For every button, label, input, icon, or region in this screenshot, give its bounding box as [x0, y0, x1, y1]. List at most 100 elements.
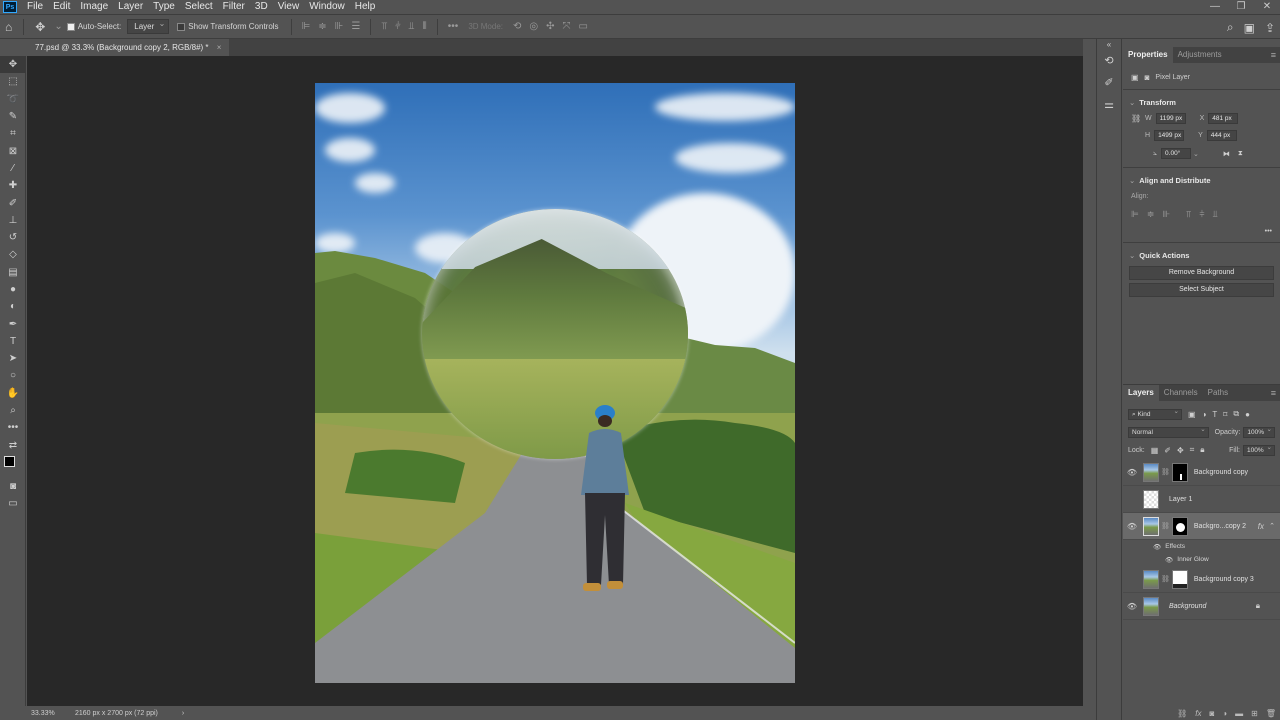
- layer-row[interactable]: 👁︎ ⛓ Background copy: [1123, 459, 1280, 486]
- layer-name[interactable]: Layer 1: [1169, 496, 1192, 503]
- layer-mask-thumbnail[interactable]: [1171, 462, 1188, 482]
- height-field[interactable]: 1499 px: [1154, 130, 1185, 141]
- flip-vertical-icon[interactable]: ⧗: [1238, 150, 1243, 158]
- history-brush-tool-icon[interactable]: ↺: [0, 229, 26, 246]
- menu-window[interactable]: Window: [304, 0, 350, 14]
- tab-adjustments[interactable]: Adjustments: [1173, 47, 1227, 63]
- hand-tool-icon[interactable]: ✋: [0, 385, 26, 402]
- lock-image-icon[interactable]: ✐: [1164, 446, 1171, 455]
- align-center-icon[interactable]: ≑: [1147, 209, 1155, 220]
- 3d-roll-icon[interactable]: ◎: [529, 21, 538, 32]
- lock-all-icon[interactable]: 🔒︎: [1200, 445, 1204, 455]
- layer-row-selected[interactable]: 👁︎ ⛓ Backgro...copy 2 fx ⌃: [1123, 513, 1280, 540]
- add-mask-icon[interactable]: ◙: [1209, 709, 1214, 718]
- status-menu-arrow[interactable]: ›: [182, 710, 184, 717]
- screen-mode-icon[interactable]: ▭: [0, 495, 26, 512]
- link-icon[interactable]: ⛓: [1161, 522, 1170, 530]
- quick-selection-tool-icon[interactable]: ✎: [0, 108, 26, 125]
- restore-button[interactable]: ❐: [1228, 0, 1254, 14]
- filter-adjustment-icon[interactable]: ◑: [1202, 410, 1207, 419]
- layer-name[interactable]: Background: [1169, 603, 1206, 610]
- share-icon[interactable]: ⇪: [1265, 21, 1275, 35]
- inner-glow-row[interactable]: 👁︎ Inner Glow: [1123, 553, 1280, 566]
- layer-mask-thumbnail[interactable]: [1171, 569, 1188, 589]
- 3d-camera-icon[interactable]: ▭: [579, 21, 588, 32]
- layer-row[interactable]: 👁︎ Layer 1: [1123, 486, 1280, 513]
- type-tool-icon[interactable]: T: [0, 333, 26, 350]
- ellipse-tool-icon[interactable]: ○: [0, 367, 26, 384]
- minimize-button[interactable]: —: [1202, 0, 1228, 14]
- trash-icon[interactable]: 🗑︎: [1266, 709, 1276, 718]
- 3d-pan-icon[interactable]: ✣: [546, 21, 554, 32]
- width-field[interactable]: 1199 px: [1155, 113, 1186, 124]
- fill-field[interactable]: 100%: [1243, 444, 1275, 456]
- lock-transparent-icon[interactable]: ▦: [1151, 446, 1159, 455]
- chevron-down-icon[interactable]: ⌄: [54, 21, 62, 32]
- align-top-edges-icon[interactable]: ⫪: [381, 21, 387, 32]
- close-icon[interactable]: ×: [217, 43, 222, 52]
- gradient-tool-icon[interactable]: ▤: [0, 264, 26, 281]
- close-button[interactable]: ✕: [1254, 0, 1280, 14]
- layer-row[interactable]: 👁︎ Background 🔒︎: [1123, 593, 1280, 620]
- filter-kind-dropdown[interactable]: ⌕ Kind: [1128, 408, 1182, 420]
- group-icon[interactable]: ▬: [1235, 709, 1243, 718]
- menu-select[interactable]: Select: [180, 0, 218, 14]
- edit-toolbar-icon[interactable]: •••: [0, 419, 26, 436]
- opacity-field[interactable]: 100%: [1243, 426, 1275, 438]
- canvas-area[interactable]: [27, 56, 1083, 706]
- auto-select-checkbox[interactable]: [66, 22, 75, 31]
- layer-row[interactable]: 👁︎ ⛓ Background copy 3: [1123, 566, 1280, 593]
- eye-icon[interactable]: 👁︎: [1123, 602, 1141, 611]
- menu-image[interactable]: Image: [75, 0, 113, 14]
- crop-tool-icon[interactable]: ⌗: [0, 125, 26, 142]
- frame-tool-icon[interactable]: ⊠: [0, 142, 26, 159]
- path-selection-tool-icon[interactable]: ➤: [0, 350, 26, 367]
- eraser-tool-icon[interactable]: ◇: [0, 246, 26, 263]
- eye-icon[interactable]: 👁︎: [1153, 543, 1161, 551]
- lasso-tool-icon[interactable]: ➰: [0, 91, 26, 108]
- 3d-slide-icon[interactable]: ⤧: [563, 21, 571, 32]
- zoom-level[interactable]: 33.33%: [31, 710, 75, 717]
- menu-edit[interactable]: Edit: [48, 0, 75, 14]
- document-canvas-image[interactable]: [315, 83, 795, 683]
- menu-3d[interactable]: 3D: [250, 0, 273, 14]
- align-bottom-edges-icon[interactable]: ⫫: [409, 21, 415, 32]
- align-section-header[interactable]: Align and Distribute: [1123, 172, 1280, 188]
- menu-filter[interactable]: Filter: [218, 0, 250, 14]
- layer-name[interactable]: Background copy: [1194, 469, 1248, 476]
- filter-pixel-icon[interactable]: ▣: [1188, 410, 1196, 419]
- lock-icon[interactable]: 🔒︎: [1256, 601, 1260, 611]
- tab-channels[interactable]: Channels: [1159, 385, 1203, 401]
- effects-row[interactable]: 👁︎ Effects: [1123, 540, 1280, 553]
- filter-smart-object-icon[interactable]: ⧉: [1233, 409, 1239, 419]
- zoom-tool-icon[interactable]: ⌕: [0, 402, 26, 419]
- clone-stamp-tool-icon[interactable]: ⊥: [0, 212, 26, 229]
- align-right-edges-icon[interactable]: ⊪: [335, 21, 344, 32]
- adjustments-panel-icon[interactable]: ⚌: [1097, 93, 1121, 115]
- flip-horizontal-icon[interactable]: ⧓: [1223, 150, 1230, 158]
- color-swatches-icon[interactable]: [0, 454, 26, 478]
- more-options-icon[interactable]: •••: [448, 21, 459, 32]
- document-tab[interactable]: 77.psd @ 33.3% (Background copy 2, RGB/8…: [27, 39, 230, 56]
- align-middle-icon[interactable]: ⫩: [1199, 209, 1204, 220]
- eyedropper-tool-icon[interactable]: ⁄: [0, 160, 26, 177]
- quick-mask-icon[interactable]: ◙: [0, 478, 26, 495]
- link-icon[interactable]: ⛓: [1161, 468, 1170, 476]
- blend-mode-dropdown[interactable]: Normal: [1128, 426, 1209, 438]
- align-right-icon[interactable]: ⊪: [1162, 209, 1170, 220]
- link-layers-icon[interactable]: ⛓: [1177, 709, 1187, 718]
- filter-shape-icon[interactable]: ⌑: [1223, 410, 1227, 419]
- new-layer-icon[interactable]: ⊞: [1251, 709, 1258, 718]
- align-horizontal-centers-icon[interactable]: ≑: [318, 21, 326, 32]
- menu-view[interactable]: View: [273, 0, 305, 14]
- filter-toggle-icon[interactable]: ●: [1245, 410, 1250, 419]
- tab-layers[interactable]: Layers: [1123, 385, 1159, 401]
- layer-mask-thumbnail[interactable]: [1171, 516, 1188, 536]
- menu-layer[interactable]: Layer: [113, 0, 148, 14]
- adjustment-layer-icon[interactable]: ◑: [1222, 709, 1227, 718]
- expand-panels-icon[interactable]: «: [1097, 39, 1121, 49]
- swap-colors-icon[interactable]: ⇄: [0, 437, 26, 454]
- transform-section-header[interactable]: Transform: [1123, 94, 1280, 110]
- panel-menu-icon[interactable]: ≡: [1271, 385, 1276, 401]
- select-subject-button[interactable]: Select Subject: [1129, 283, 1274, 297]
